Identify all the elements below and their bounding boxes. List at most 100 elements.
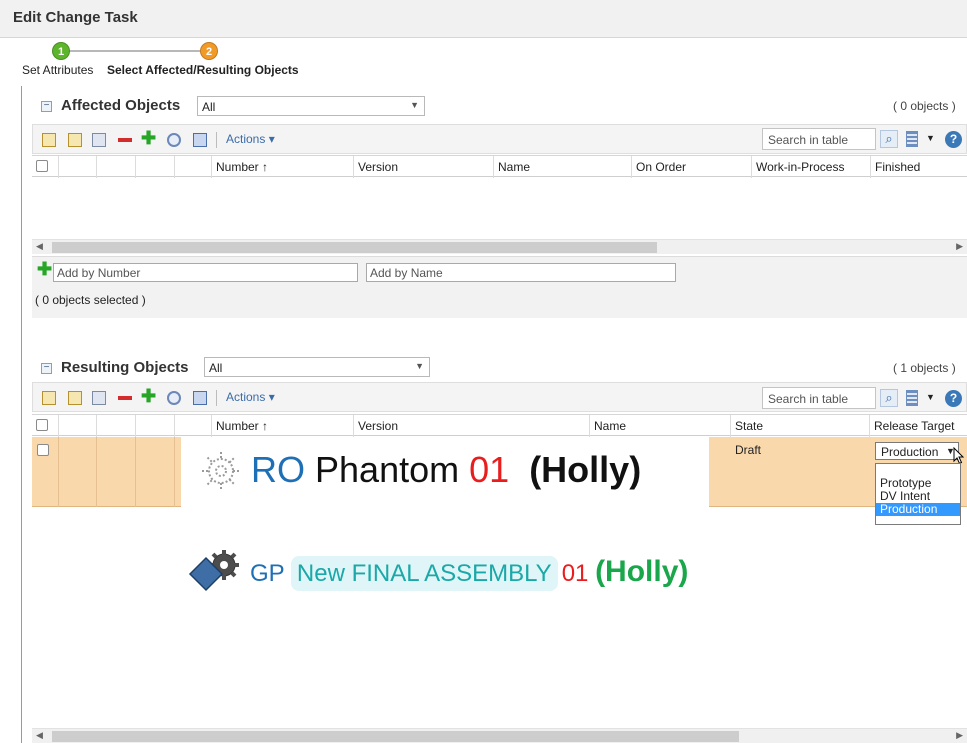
paste-icon[interactable] <box>92 391 106 405</box>
icon-col <box>174 415 211 437</box>
column-on-order[interactable]: On Order <box>631 156 751 178</box>
row-checkbox[interactable] <box>37 444 49 456</box>
refresh-icon[interactable] <box>167 391 181 405</box>
add-icon[interactable]: ✚ <box>37 260 52 278</box>
search-icon[interactable]: ⌕ <box>880 130 898 148</box>
panel-frame <box>21 86 22 743</box>
scroll-left-icon[interactable]: ◀ <box>36 241 43 252</box>
resulting-table-header: Number ↑ Version Name State Release Targ… <box>32 414 967 437</box>
scrollbar-thumb[interactable] <box>52 242 657 253</box>
add-icon[interactable]: ✚ <box>141 387 156 405</box>
assembly-prefix: GP <box>250 560 285 587</box>
chevron-down-icon[interactable]: ▼ <box>926 133 935 143</box>
add-icon[interactable]: ✚ <box>141 129 156 147</box>
help-icon[interactable]: ? <box>945 131 962 148</box>
phantom-text: Phantom <box>315 449 460 490</box>
icon-col <box>58 156 96 178</box>
column-chooser-icon[interactable] <box>906 131 918 147</box>
add-by-number-input[interactable]: Add by Number <box>53 263 358 282</box>
assembly-number: 01 <box>561 560 589 587</box>
select-all-checkbox[interactable] <box>36 419 48 431</box>
column-number[interactable]: Number ↑ <box>211 156 353 178</box>
scroll-right-icon[interactable]: ▶ <box>956 730 963 741</box>
refresh-icon[interactable] <box>167 133 181 147</box>
phantom-overlay: RO Phantom 01 (Holly) <box>181 437 709 507</box>
assembly-overlay: GP New FINAL ASSEMBLY 01 (Holly) <box>186 545 706 597</box>
scroll-left-icon[interactable]: ◀ <box>36 730 43 741</box>
help-icon[interactable]: ? <box>945 390 962 407</box>
search-icon[interactable]: ⌕ <box>880 389 898 407</box>
column-version[interactable]: Version <box>353 415 589 437</box>
chevron-down-icon: ▼ <box>415 361 424 371</box>
step-1-label[interactable]: Set Attributes <box>22 63 93 77</box>
remove-icon[interactable] <box>118 396 132 400</box>
affected-objects-title: Affected Objects <box>61 97 181 114</box>
assembly-icon <box>188 550 239 592</box>
paste-icon[interactable] <box>92 133 106 147</box>
copy-icon[interactable] <box>42 133 56 147</box>
affected-search-input[interactable]: Search in table <box>762 128 876 150</box>
column-name[interactable]: Name <box>493 156 631 178</box>
select-all-cell <box>32 415 58 437</box>
cell-divider <box>96 437 97 507</box>
mass-change-icon[interactable] <box>193 133 207 147</box>
release-target-select[interactable]: Production ▼ <box>875 442 959 460</box>
copy-alt-icon[interactable] <box>68 133 82 147</box>
resulting-filter-select[interactable]: All ▼ <box>204 357 430 377</box>
actions-menu[interactable]: Actions ▾ <box>226 390 275 404</box>
collapse-resulting-icon[interactable]: − <box>41 363 52 374</box>
resulting-horizontal-scrollbar[interactable]: ◀ ▶ <box>32 728 967 743</box>
add-by-name-input[interactable]: Add by Name <box>366 263 676 282</box>
resulting-search-input[interactable]: Search in table <box>762 387 876 409</box>
actions-menu[interactable]: Actions ▾ <box>226 132 275 146</box>
column-version[interactable]: Version <box>353 156 493 178</box>
mass-change-icon[interactable] <box>193 391 207 405</box>
collapse-affected-icon[interactable]: − <box>41 101 52 112</box>
option-production[interactable]: Production <box>876 503 960 516</box>
scrollbar-thumb[interactable] <box>52 731 739 742</box>
step-2-indicator[interactable]: 2 <box>200 42 218 60</box>
release-target-options: Prototype DV Intent Production <box>875 463 961 525</box>
resulting-toolbar: ✚ Actions ▾ Search in table ⌕ ▼ ? <box>32 382 967 412</box>
chevron-down-icon[interactable]: ▼ <box>926 392 935 402</box>
column-work-in-process[interactable]: Work-in-Process <box>751 156 870 178</box>
icon-col <box>58 415 96 437</box>
remove-icon[interactable] <box>118 138 132 142</box>
select-all-checkbox[interactable] <box>36 160 48 172</box>
affected-horizontal-scrollbar[interactable]: ◀ ▶ <box>32 239 967 254</box>
column-number[interactable]: Number ↑ <box>211 415 353 437</box>
step-1-indicator[interactable]: 1 <box>52 42 70 60</box>
dialog-title: Edit Change Task <box>13 9 138 26</box>
phantom-prefix: RO <box>251 449 305 490</box>
select-all-cell <box>32 156 58 178</box>
chevron-down-icon: ▼ <box>410 100 419 110</box>
gear-icon <box>202 452 240 490</box>
sort-asc-icon: ↑ <box>262 160 269 174</box>
affected-table-header: Number ↑ Version Name On Order Work-in-P… <box>32 155 967 178</box>
column-release-target[interactable]: Release Target <box>869 415 967 437</box>
column-state[interactable]: State <box>730 415 869 437</box>
affected-toolbar: ✚ Actions ▾ Search in table ⌕ ▼ ? <box>32 124 967 154</box>
copy-icon[interactable] <box>42 391 56 405</box>
assembly-owner: (Holly) <box>595 555 689 588</box>
scroll-right-icon[interactable]: ▶ <box>956 241 963 252</box>
dialog-title-bar: Edit Change Task <box>0 0 967 38</box>
affected-footer: ✚ Add by Number Add by Name ( 0 objects … <box>32 256 967 318</box>
icon-col <box>96 415 135 437</box>
cell-divider <box>174 437 175 507</box>
row-state: Draft <box>735 443 762 457</box>
phantom-label: RO Phantom 01 (Holly) <box>251 449 641 491</box>
icon-col <box>96 156 135 178</box>
column-name[interactable]: Name <box>589 415 730 437</box>
copy-alt-icon[interactable] <box>68 391 82 405</box>
affected-filter-select[interactable]: All ▼ <box>197 96 425 116</box>
assembly-text: New FINAL ASSEMBLY <box>290 556 558 591</box>
step-2-label[interactable]: Select Affected/Resulting Objects <box>107 63 299 77</box>
phantom-owner: (Holly) <box>529 449 642 490</box>
toolbar-separator <box>216 132 217 148</box>
column-chooser-icon[interactable] <box>906 390 918 406</box>
column-finished[interactable]: Finished <box>870 156 967 178</box>
selected-status: ( 0 objects selected ) <box>35 293 146 307</box>
assembly-label: GP New FINAL ASSEMBLY 01 (Holly) <box>250 555 689 591</box>
icon-col <box>174 156 211 178</box>
